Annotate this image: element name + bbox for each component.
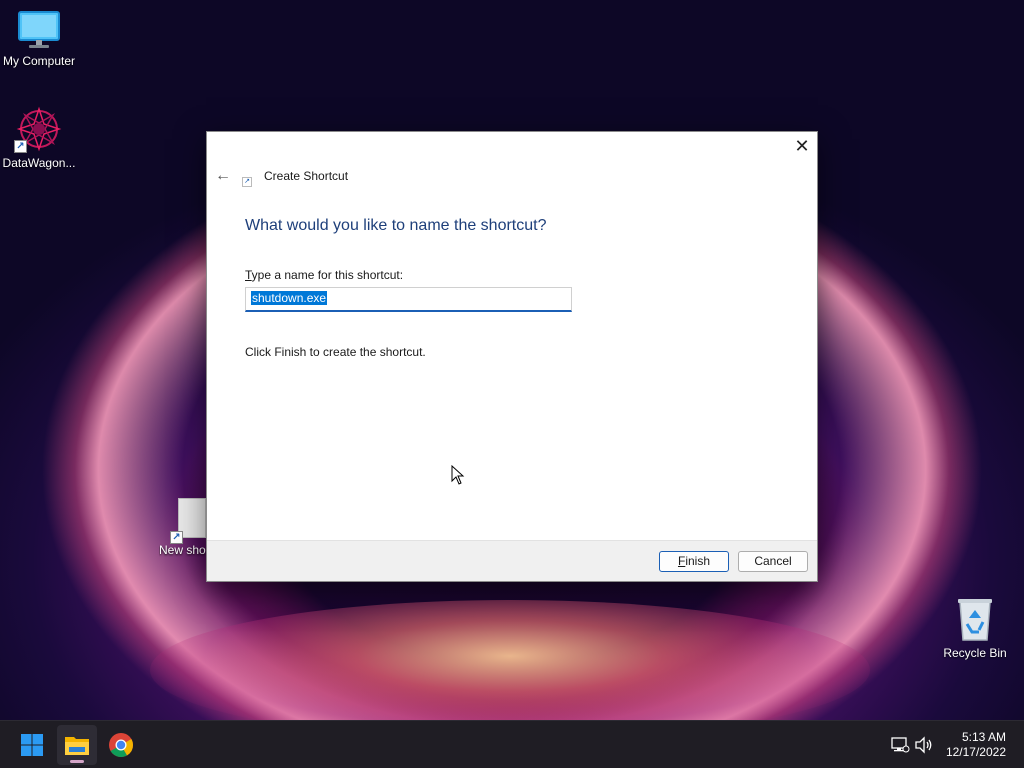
clock-date: 12/17/2022 [945,745,1006,759]
file-explorer-button[interactable] [57,725,97,765]
active-indicator [70,760,84,763]
finish-label: inish [685,554,711,568]
close-button[interactable]: ✕ [787,132,817,160]
wallpaper-glow [150,600,870,720]
network-icon[interactable] [890,735,910,755]
desktop-icon-new-shortcut[interactable]: ↗ New sho [150,498,206,557]
windows-start-icon [21,734,43,756]
desktop-icon-recycle-bin[interactable]: Recycle Bin [933,596,1017,660]
close-icon: ✕ [794,136,810,156]
finish-instruction: Click Finish to create the shortcut. [245,345,426,359]
chrome-button[interactable] [101,725,141,765]
finish-button[interactable]: Finish [659,551,729,572]
start-button[interactable] [12,725,52,765]
desktop-icon-datawagon[interactable]: ↗ DataWagon... [0,106,81,170]
clock-time: 5:13 AM [961,730,1006,744]
label-accelerator: T [245,268,252,282]
shortcut-arrow-icon: ↗ [170,531,183,544]
back-button[interactable]: ← [213,166,233,186]
wizard-title: Create Shortcut [264,169,349,183]
taskbar: 5:13 AM 12/17/2022 [0,720,1024,768]
desktop-icon-label: My Computer [2,54,76,68]
cancel-button[interactable]: Cancel [738,551,808,572]
chrome-icon [109,733,133,758]
page-heading: What would you like to name the shortcut… [245,217,547,234]
volume-icon[interactable] [914,735,934,755]
folder-icon [65,737,89,755]
recycle-bin-icon [958,599,992,641]
shortcut-wizard-icon: ↗ [242,177,252,187]
system-tray [886,721,936,768]
desktop-icon-my-computer[interactable]: My Computer [0,10,81,68]
shortcut-name-input[interactable]: shutdown.exe [245,287,572,312]
shortcut-arrow-icon: ↗ [14,140,27,153]
mouse-cursor-icon [451,465,465,485]
button-bar: Finish Cancel [207,540,817,581]
desktop-icon-label: New sho [159,543,206,557]
selected-input-text: shutdown.exe [251,291,328,305]
back-arrow-icon: ← [215,167,231,184]
desktop-icon-label: DataWagon... [2,156,76,170]
label-text: ype a name for this shortcut: [251,268,404,282]
desktop-icon-label: Recycle Bin [943,646,1007,660]
clock[interactable]: 5:13 AM 12/17/2022 [946,730,1006,760]
monitor-icon [18,11,60,48]
create-shortcut-dialog: ✕ ← ↗ Create Shortcut What would you lik… [206,131,818,582]
shortcut-name-label: Type a name for this shortcut: [245,268,403,282]
